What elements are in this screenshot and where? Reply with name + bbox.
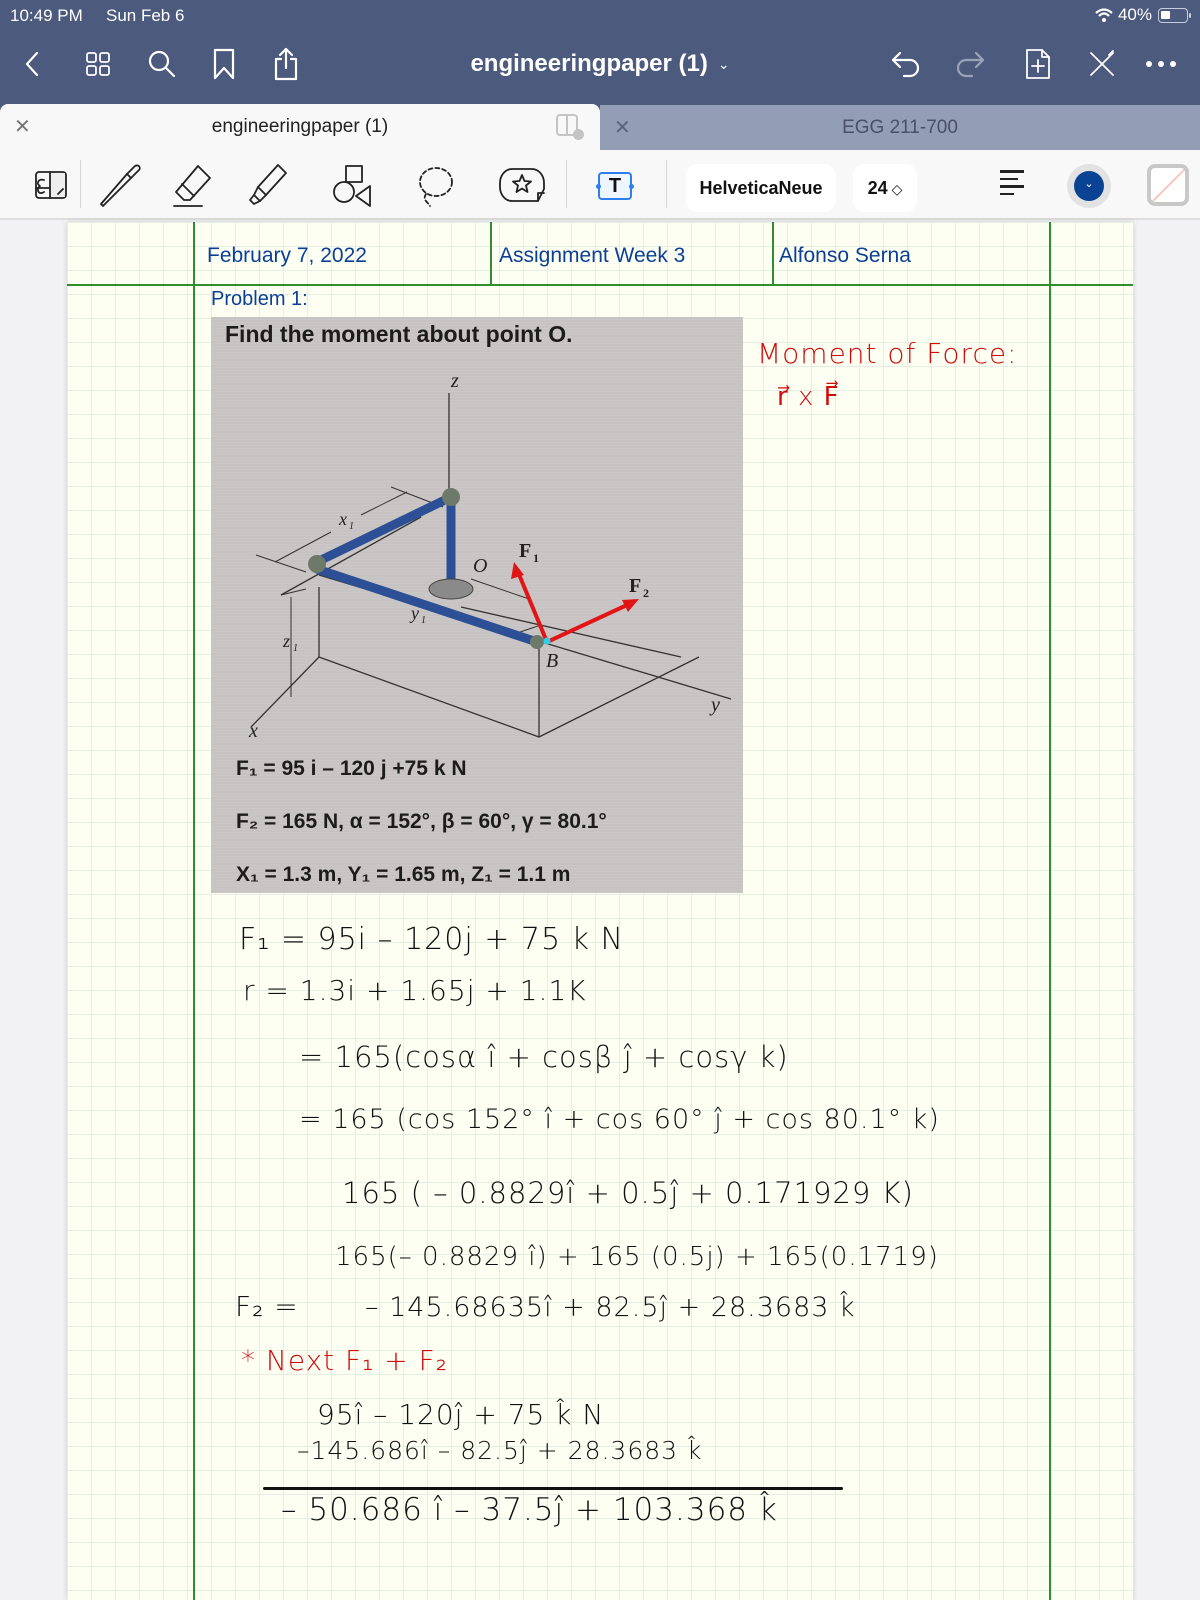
document-canvas: February 7, 2022 Assignment Week 3 Alfon… [0, 222, 1200, 1600]
more-icon[interactable] [1136, 46, 1186, 82]
elements-sticker-icon[interactable] [498, 162, 546, 208]
bookmark-icon[interactable] [206, 46, 242, 82]
f2-label: F [629, 575, 641, 597]
sum-total: – 50.686 î – 37.5ĵ + 103.368 k̂ [281, 1492, 778, 1528]
z1-dimension-subscript: 1 [293, 643, 298, 654]
header-assignment: Assignment Week 3 [499, 244, 686, 267]
status-date: Sun Feb 6 [106, 6, 185, 25]
tab-egg-211-700[interactable]: ✕ EGG 211-700 [600, 105, 1200, 151]
highlighter-icon[interactable] [244, 162, 292, 208]
f2-subscript: 2 [643, 586, 649, 600]
y-axis-label: y [709, 694, 720, 716]
eraser-icon[interactable] [170, 162, 218, 208]
header-rule [67, 284, 1133, 286]
y1-dimension-label: y [409, 603, 419, 623]
text-color-button[interactable]: ⌄ [1067, 164, 1111, 208]
work-f2-result: – 145.68635î + 82.5ĵ + 28.3683 k̂ [365, 1292, 856, 1323]
sum-underline [263, 1487, 843, 1490]
x1-dimension-subscript: 1 [349, 521, 354, 532]
font-size-selector[interactable]: 24 ◇ [853, 164, 917, 212]
close-pen-icon[interactable] [1084, 46, 1120, 82]
share-icon[interactable] [268, 46, 304, 82]
header-divider [490, 222, 492, 284]
z1-dimension-label: z [282, 631, 290, 651]
header-date: February 7, 2022 [207, 244, 367, 267]
pen-icon[interactable] [96, 162, 144, 208]
toolbar-divider [666, 160, 667, 208]
lasso-icon[interactable] [410, 162, 458, 208]
text-align-icon[interactable] [1000, 170, 1030, 200]
force-vectors [511, 562, 639, 645]
work-f2-eq2: = 165 (cos 152° î + cos 60° ĵ + cos 80.1… [299, 1104, 940, 1135]
top-bar: 10:49 PM Sun Feb 6 40% engineeringpaper … [0, 0, 1200, 100]
given-f2: F₂ = 165 N, α = 152°, β = 60°, γ = 80.1° [236, 810, 607, 833]
header-name: Alfonso Serna [779, 244, 911, 267]
battery-percent: 40% [1117, 5, 1152, 24]
statics-diagram: z y x O B F 1 F 2 x 1 y 1 z 1 [248, 370, 732, 742]
font-size-value: 24 [867, 178, 888, 198]
work-r: r = 1.3i + 1.65j + 1.1K [243, 974, 587, 1007]
origin-label: O [473, 555, 487, 577]
point-b-label: B [546, 650, 558, 672]
tab-engineeringpaper[interactable]: ✕ engineeringpaper (1) [0, 104, 600, 150]
search-icon[interactable] [144, 46, 180, 82]
split-view-icon[interactable] [556, 114, 584, 140]
x-axis-label: x [248, 720, 258, 742]
y1-dimension-subscript: 1 [421, 615, 426, 626]
chevron-down-icon[interactable]: ⌄ [718, 56, 730, 72]
wifi-icon [1095, 8, 1113, 22]
status-time: 10:49 PM [10, 6, 83, 25]
problem-question: Find the moment about point O. [225, 321, 573, 347]
back-icon[interactable] [14, 46, 50, 82]
given-f1: F₁ = 95 i – 120 j +75 k N [236, 757, 467, 780]
add-page-icon[interactable] [1020, 46, 1056, 82]
problem-image[interactable]: Find the moment about point O. z y x O B… [211, 317, 743, 893]
tab-bar: ✕ engineeringpaper (1) ✕ EGG 211-700 [0, 100, 1200, 151]
redo-icon[interactable] [952, 46, 988, 82]
text-tool-icon[interactable]: T [596, 172, 634, 200]
z-axis-label: z [450, 370, 459, 392]
work-f2-eq4: 165(– 0.8829 î) + 165 (0.5j) + 165(0.171… [335, 1242, 939, 1272]
work-f2-label: F₂ = [235, 1290, 299, 1323]
chevron-down-icon: ⌄ [1084, 178, 1094, 190]
moment-formula: r⃗ x F⃗ [777, 382, 840, 412]
undo-icon[interactable] [888, 46, 924, 82]
f1-subscript: 1 [533, 551, 539, 565]
toolbar-divider [80, 160, 81, 208]
font-selector[interactable]: HelveticaNeue [686, 164, 836, 212]
thumbnails-icon[interactable] [80, 46, 116, 82]
header-divider [772, 222, 774, 284]
document-title[interactable]: engineeringpaper (1) ⌄ [470, 50, 729, 77]
f1-label: F [519, 540, 531, 562]
fill-color-button[interactable] [1147, 164, 1189, 206]
work-f2-eq1: = 165(cosα î + cosβ ĵ + cosγ k) [299, 1040, 789, 1074]
read-only-mode-icon[interactable] [26, 162, 74, 208]
sum-row-f1: 95î – 120ĵ + 75 k̂ N [317, 1398, 605, 1431]
toolbar-divider [566, 160, 567, 208]
shapes-icon[interactable] [326, 162, 374, 208]
moment-of-force-title: Moment of Force: [757, 337, 1018, 370]
problem-label: Problem 1: [211, 288, 308, 310]
battery-icon [1158, 7, 1191, 23]
margin-rule-left [193, 222, 195, 1600]
stepper-icon: ◇ [891, 181, 903, 197]
tab-label: engineeringpaper (1) [211, 116, 389, 137]
given-dimensions: X₁ = 1.3 m, Y₁ = 1.65 m, Z₁ = 1.1 m [236, 863, 571, 886]
margin-rule-right [1049, 222, 1051, 1600]
status-indicators: 40% [1094, 5, 1191, 25]
work-f2-eq3: 165 ( – 0.8829î + 0.5ĵ + 0.171929 K) [342, 1176, 914, 1210]
annotation-toolbar: T HelveticaNeue 24 ◇ ⌄ [0, 150, 1200, 220]
tab-label: EGG 211-700 [842, 117, 958, 138]
x1-dimension-label: x [338, 509, 347, 529]
sum-row-f2: –145.686î – 82.5ĵ + 28.3683 k̂ [297, 1436, 703, 1465]
work-f1: F₁ = 95i – 120j + 75 k N [239, 922, 624, 957]
next-step-note: * Next F₁ + F₂ [241, 1344, 448, 1377]
notebook-page[interactable]: February 7, 2022 Assignment Week 3 Alfon… [67, 222, 1133, 1600]
